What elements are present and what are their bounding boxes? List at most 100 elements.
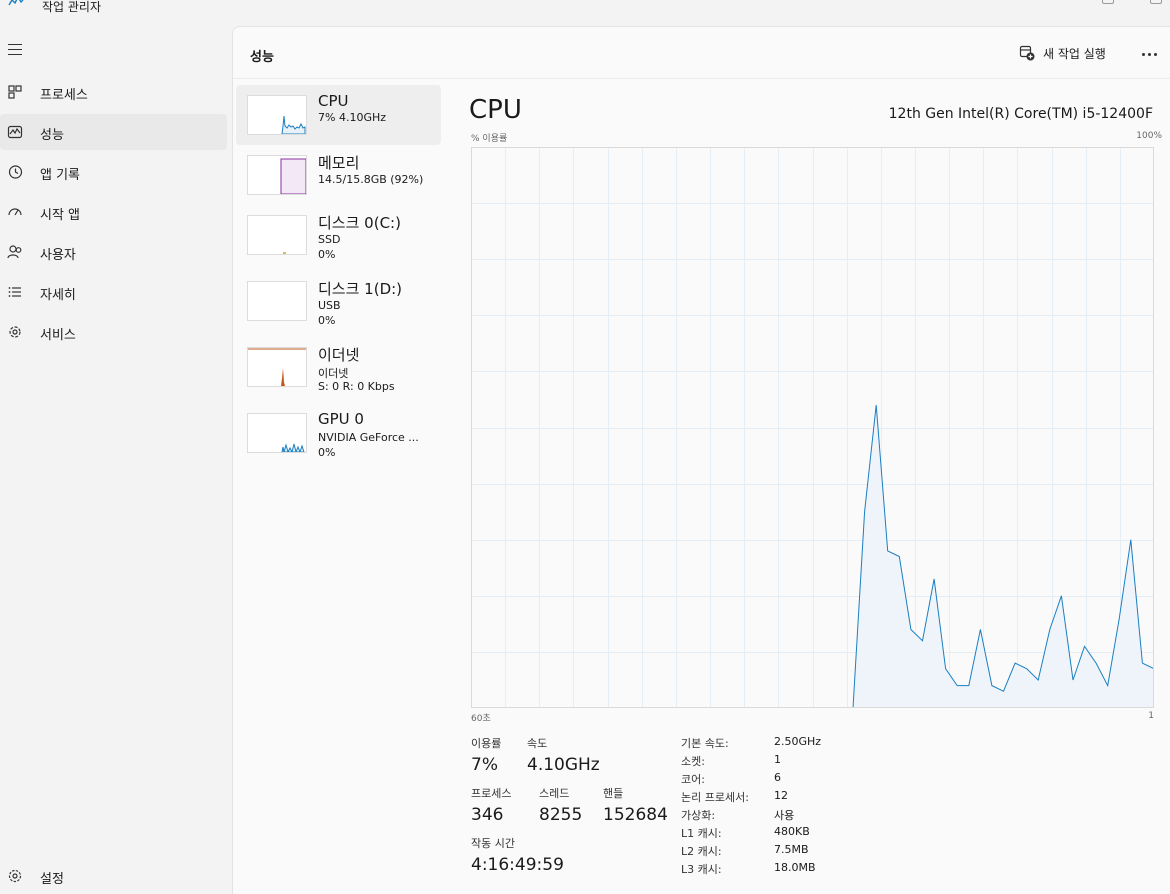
spec-value: 6 <box>774 771 781 784</box>
sidebar-item-users[interactable]: 사용자 <box>0 234 227 270</box>
sidebar-item-label: 서비스 <box>40 328 76 343</box>
y-axis-max-label: 100% <box>1136 131 1162 141</box>
spec-label: 기본 속도: <box>681 737 729 750</box>
speed-label: 속도 <box>527 737 548 750</box>
device-name: 이더넷 <box>318 346 360 364</box>
processes-value: 346 <box>471 805 504 825</box>
device-usage: S: 0 R: 0 Kbps <box>318 380 395 393</box>
device-thumbnail <box>247 347 307 387</box>
menu-icon[interactable] <box>8 44 24 56</box>
utilization-label: 이용률 <box>471 737 502 750</box>
task-manager-icon <box>8 0 24 6</box>
title-bar: 작업 관리자 <box>0 0 1170 26</box>
main-panel: 성능 새 작업 실행 CPU 7% 4.10GHz 메모리 14.5/15.8G… <box>232 26 1170 894</box>
uptime-label: 작동 시간 <box>471 837 515 850</box>
minimize-button[interactable] <box>1102 0 1114 4</box>
device-item-gpu-0[interactable]: GPU 0 NVIDIA GeForce ... 0% <box>236 403 441 463</box>
y-axis-label: % 이용률 <box>471 134 508 144</box>
utilization-value: 7% <box>471 755 498 775</box>
device-detail: 14.5/15.8GB (92%) <box>318 173 424 186</box>
spec-value: 사용 <box>774 809 795 822</box>
services-icon <box>9 326 21 338</box>
device-detail: SSD <box>318 233 341 246</box>
sidebar-item-label: 설정 <box>40 872 64 887</box>
uptime-value: 4:16:49:59 <box>471 855 564 875</box>
processes-icon <box>8 85 22 99</box>
app-history-icon <box>8 165 23 179</box>
device-item-memory[interactable]: 메모리 14.5/15.8GB (92%) <box>236 145 441 205</box>
device-name: CPU <box>318 92 349 110</box>
users-icon <box>7 245 22 259</box>
device-name: 디스크 0(C:) <box>318 214 401 232</box>
spec-label: 가상화: <box>681 809 716 822</box>
sidebar: 프로세스 성능 앱 기록 시작 앱 사용자 자세히 서비스 설정 <box>0 26 232 894</box>
spec-value: 1 <box>774 753 781 766</box>
sidebar-item-processes[interactable]: 프로세스 <box>0 74 227 110</box>
detail-title: CPU <box>469 95 522 125</box>
device-thumbnail <box>247 95 307 135</box>
sidebar-item-label: 앱 기록 <box>40 168 81 183</box>
spec-value: 12 <box>774 789 788 802</box>
sidebar-item-settings[interactable]: 설정 <box>0 858 227 894</box>
device-item-ethernet[interactable]: 이더넷 이더넷 S: 0 R: 0 Kbps <box>236 337 441 397</box>
device-usage: 0% <box>318 446 336 459</box>
spec-label: L3 캐시: <box>681 863 722 876</box>
spec-value: 7.5MB <box>774 843 809 856</box>
new-task-button[interactable]: 새 작업 실행 <box>1015 41 1119 65</box>
device-thumbnail <box>247 413 307 453</box>
device-item-cpu[interactable]: CPU 7% 4.10GHz <box>236 85 441 145</box>
sidebar-item-label: 성능 <box>40 128 64 143</box>
device-name: GPU 0 <box>318 410 364 428</box>
device-usage: 0% <box>318 314 336 327</box>
spec-label: 코어: <box>681 773 705 786</box>
page-title: 성능 <box>250 50 274 65</box>
spec-value: 2.50GHz <box>774 735 822 748</box>
sidebar-item-label: 자세히 <box>40 288 76 303</box>
speed-value: 4.10GHz <box>527 755 600 775</box>
sidebar-item-app-history[interactable]: 앱 기록 <box>0 154 227 190</box>
performance-icon <box>7 125 23 139</box>
spec-value: 18.0MB <box>774 861 816 874</box>
sidebar-item-services[interactable]: 서비스 <box>0 314 227 350</box>
device-item-disk-0[interactable]: 디스크 0(C:) SSD 0% <box>236 205 441 265</box>
device-thumbnail <box>247 215 307 255</box>
device-thumbnail <box>247 281 307 321</box>
device-detail: 이더넷 <box>318 367 349 380</box>
cpu-usage-chart <box>471 147 1155 709</box>
new-task-icon <box>1019 45 1035 61</box>
handles-label: 핸들 <box>603 787 624 800</box>
device-name: 디스크 1(D:) <box>318 280 403 298</box>
cpu-model: 12th Gen Intel(R) Core(TM) i5-12400F <box>888 106 1153 122</box>
device-name: 메모리 <box>318 154 360 172</box>
device-item-disk-1[interactable]: 디스크 1(D:) USB 0% <box>236 271 441 331</box>
new-task-label: 새 작업 실행 <box>1043 47 1106 61</box>
details-icon <box>8 287 21 297</box>
window-title: 작업 관리자 <box>42 0 102 14</box>
spec-value: 480KB <box>774 825 810 838</box>
device-detail: USB <box>318 299 341 312</box>
sidebar-item-label: 시작 앱 <box>40 208 81 223</box>
spec-label: L2 캐시: <box>681 845 722 858</box>
main-header: 성능 새 작업 실행 <box>233 27 1170 79</box>
x-axis-end-label: 1 <box>1148 711 1154 721</box>
spec-label: 논리 프로세서: <box>681 791 749 804</box>
spec-label: 소켓: <box>681 755 705 768</box>
gear-icon <box>8 869 22 883</box>
device-usage: 0% <box>318 248 336 261</box>
sidebar-item-details[interactable]: 자세히 <box>0 274 227 310</box>
handles-value: 152684 <box>603 805 668 825</box>
device-thumbnail <box>247 155 307 195</box>
spec-label: L1 캐시: <box>681 827 722 840</box>
maximize-button[interactable] <box>1150 0 1162 4</box>
sidebar-item-performance[interactable]: 성능 <box>0 114 227 150</box>
startup-apps-icon <box>8 208 22 216</box>
x-axis-start-label: 60초 <box>471 714 491 724</box>
device-detail: 7% 4.10GHz <box>318 111 387 124</box>
sidebar-item-label: 프로세스 <box>40 88 88 103</box>
more-options-button[interactable] <box>1137 41 1163 65</box>
cpu-usage-chart-svg <box>471 147 1155 709</box>
sidebar-item-label: 사용자 <box>40 248 76 263</box>
threads-label: 스레드 <box>539 787 570 800</box>
processes-label: 프로세스 <box>471 787 512 800</box>
sidebar-item-startup-apps[interactable]: 시작 앱 <box>0 194 227 230</box>
